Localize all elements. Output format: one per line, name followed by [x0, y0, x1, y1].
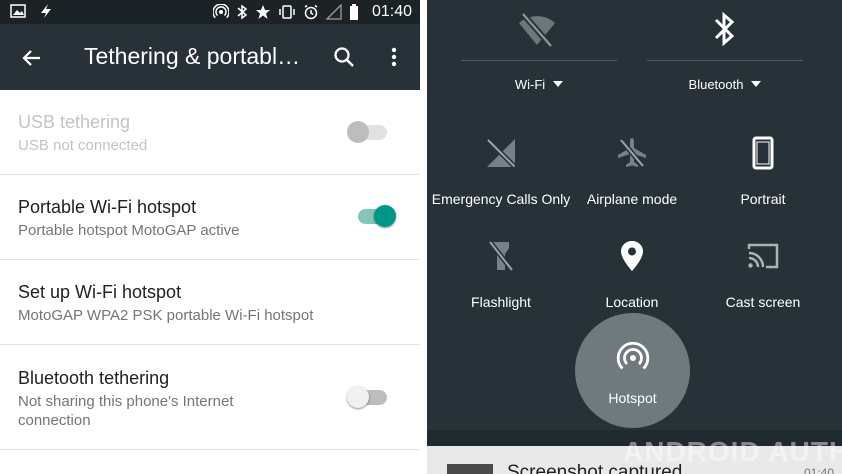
- usb-tethering-row[interactable]: USB tethering USB not connected: [0, 90, 420, 175]
- cast-screen-label: Cast screen: [725, 294, 801, 310]
- flashlight-label: Flashlight: [471, 294, 531, 310]
- settings-screen: 01:40 Tethering & portable hotspot USB t…: [0, 0, 420, 474]
- quick-settings-panel: Wi-Fi Bluetooth Emergency Calls Only Air…: [427, 0, 842, 474]
- bluetooth-tethering-row[interactable]: Bluetooth tethering Not sharing this pho…: [0, 345, 420, 450]
- usb-tethering-subtitle: USB not connected: [18, 137, 148, 154]
- switch-thumb: [374, 205, 396, 227]
- alarm-status-icon: [304, 4, 318, 20]
- flashlight-off-icon: [488, 240, 514, 272]
- portable-wifi-hotspot-subtitle: Portable hotspot MotoGAP active: [18, 222, 240, 239]
- wifi-tile[interactable]: Wi-Fi: [461, 77, 617, 92]
- clock: 01:40: [371, 3, 412, 20]
- status-bar: 01:40: [0, 0, 420, 24]
- emergency-calls-tile[interactable]: Emergency Calls Only: [431, 136, 571, 207]
- flashlight-tile[interactable]: Flashlight: [431, 239, 571, 310]
- cast-screen-tile[interactable]: Cast screen: [693, 239, 833, 310]
- signal-status-icon: [325, 4, 342, 20]
- portable-wifi-hotspot-row[interactable]: Portable Wi-Fi hotspot Portable hotspot …: [0, 175, 420, 260]
- bluetooth-tethering-title: Bluetooth tethering: [18, 368, 170, 388]
- wifi-label: Wi-Fi: [514, 77, 546, 92]
- screenshot-thumbnail-icon: [447, 464, 493, 474]
- emergency-calls-label: Emergency Calls Only: [431, 191, 571, 207]
- watermark: ANDROID AUTHORITY: [623, 436, 842, 467]
- usb-tethering-title: USB tethering: [18, 112, 131, 132]
- portrait-icon: [752, 136, 774, 170]
- hotspot-icon: [616, 341, 650, 370]
- setup-wifi-hotspot-title: Set up Wi-Fi hotspot: [18, 282, 182, 302]
- no-signal-icon: [486, 138, 516, 168]
- setup-wifi-hotspot-subtitle: MotoGAP WPA2 PSK portable Wi-Fi hotspot: [18, 307, 314, 324]
- portrait-tile[interactable]: Portrait: [693, 136, 833, 207]
- switch-thumb: [347, 386, 369, 408]
- setup-wifi-hotspot-row[interactable]: Set up Wi-Fi hotspot MotoGAP WPA2 PSK po…: [0, 260, 420, 345]
- vibrate-status-icon: [279, 5, 295, 19]
- battery-status-icon: [349, 4, 358, 20]
- portable-wifi-hotspot-title: Portable Wi-Fi hotspot: [18, 197, 197, 217]
- bluetooth-tile[interactable]: Bluetooth: [647, 77, 803, 92]
- bluetooth-icon[interactable]: [694, 10, 754, 50]
- back-arrow-icon[interactable]: [20, 46, 44, 70]
- portable-wifi-hotspot-switch[interactable]: [354, 201, 400, 231]
- search-icon[interactable]: [332, 45, 356, 69]
- portrait-label: Portrait: [740, 191, 786, 207]
- page-title: Tethering & portable hotspot: [84, 43, 304, 69]
- airplane-off-icon: [618, 138, 646, 168]
- flash-notification-icon: [41, 4, 51, 18]
- wifi-off-icon[interactable]: [507, 10, 567, 50]
- hotspot-label: Hotspot: [608, 390, 657, 406]
- location-icon: [621, 241, 643, 271]
- usb-tethering-switch[interactable]: [347, 117, 393, 147]
- chevron-down-icon[interactable]: [751, 81, 762, 87]
- image-notification-icon: [10, 4, 26, 18]
- airplane-mode-label: Airplane mode: [586, 191, 678, 207]
- bluetooth-status-icon: [237, 4, 248, 20]
- location-tile[interactable]: Location: [562, 239, 702, 310]
- bluetooth-divider: [647, 60, 803, 61]
- app-toolbar: Tethering & portable hotspot: [0, 24, 420, 90]
- screenshot-divider: [420, 0, 427, 474]
- location-label: Location: [605, 294, 659, 310]
- bluetooth-tethering-subtitle: Not sharing this phone's Internet connec…: [18, 393, 234, 429]
- hotspot-status-icon: [212, 4, 229, 19]
- bluetooth-tethering-switch[interactable]: [347, 382, 393, 412]
- star-status-icon: [255, 5, 270, 19]
- bluetooth-label: Bluetooth: [688, 77, 744, 92]
- more-options-icon[interactable]: [382, 45, 406, 69]
- wifi-divider: [461, 60, 617, 61]
- chevron-down-icon[interactable]: [553, 81, 564, 87]
- cast-icon: [747, 243, 779, 269]
- airplane-mode-tile[interactable]: Airplane mode: [562, 136, 702, 207]
- switch-thumb: [347, 121, 369, 143]
